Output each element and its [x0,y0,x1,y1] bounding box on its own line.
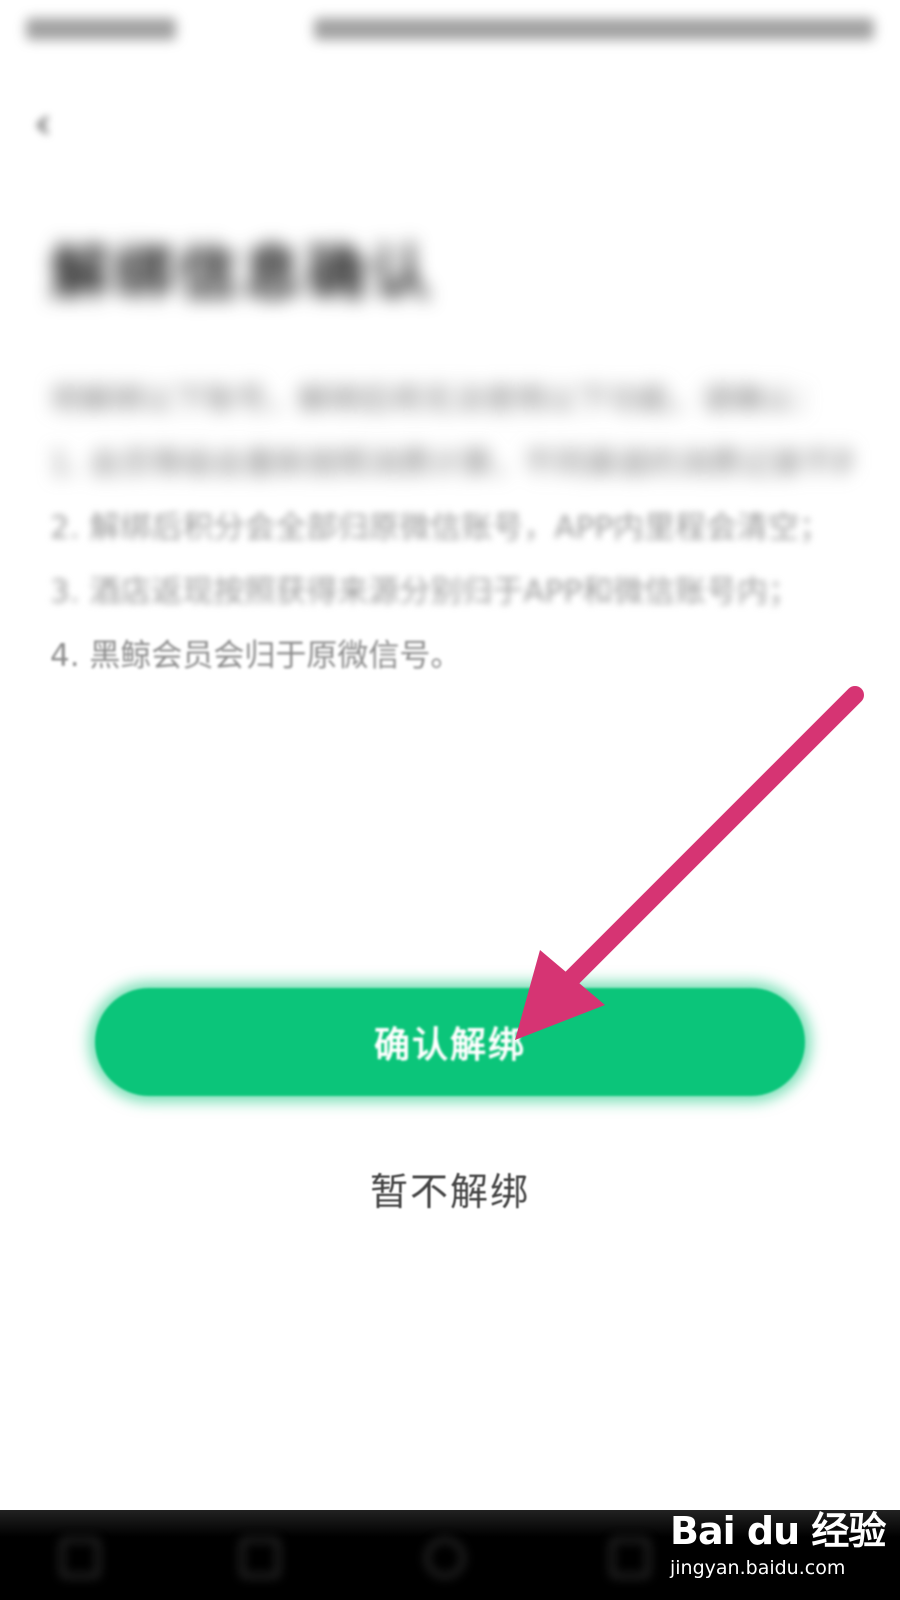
list-item: 4. 黑鲸会员会归于原微信号。 [50,638,462,674]
nav-back-icon[interactable] [240,1538,280,1578]
confirm-unbind-button[interactable]: 确认解绑 [95,988,805,1096]
cancel-unbind-button[interactable]: 暂不解绑 [300,1158,600,1218]
list-item: 3. 酒店返现按照获得来源分别归于APP和微信账号内； [50,574,800,610]
list-item: 2. 解绑后积分会全部归原微信账号，APP内里程会清空； [50,510,831,546]
nav-menu-icon[interactable] [60,1538,100,1578]
back-chevron-icon[interactable]: ‹ [34,102,74,146]
nav-home-icon[interactable] [425,1538,465,1578]
intro-text: 将解绑以下账号，解绑后将无法使用以下功能，请确认： [50,382,825,418]
page-title: 解绑信息确认 [50,239,434,309]
status-bar-carrier [26,18,176,40]
unbind-info: 解绑信息确认 将解绑以下账号，解绑后将无法使用以下功能，请确认： 1. 会员等级… [50,225,850,688]
baidu-watermark: Bai du 经验 jingyan.baidu.com [670,1500,886,1600]
list-item: 1. 会员等级会重新按照消费计算，不同渠道的消费记录不再合并计算，可能会导致等级… [50,446,850,482]
status-bar [0,0,900,64]
status-bar-indicators [314,18,874,40]
nav-recents-icon[interactable] [610,1538,650,1578]
watermark-logo: Bai du 经验 [670,1509,886,1553]
watermark-url: jingyan.baidu.com [670,1557,846,1579]
